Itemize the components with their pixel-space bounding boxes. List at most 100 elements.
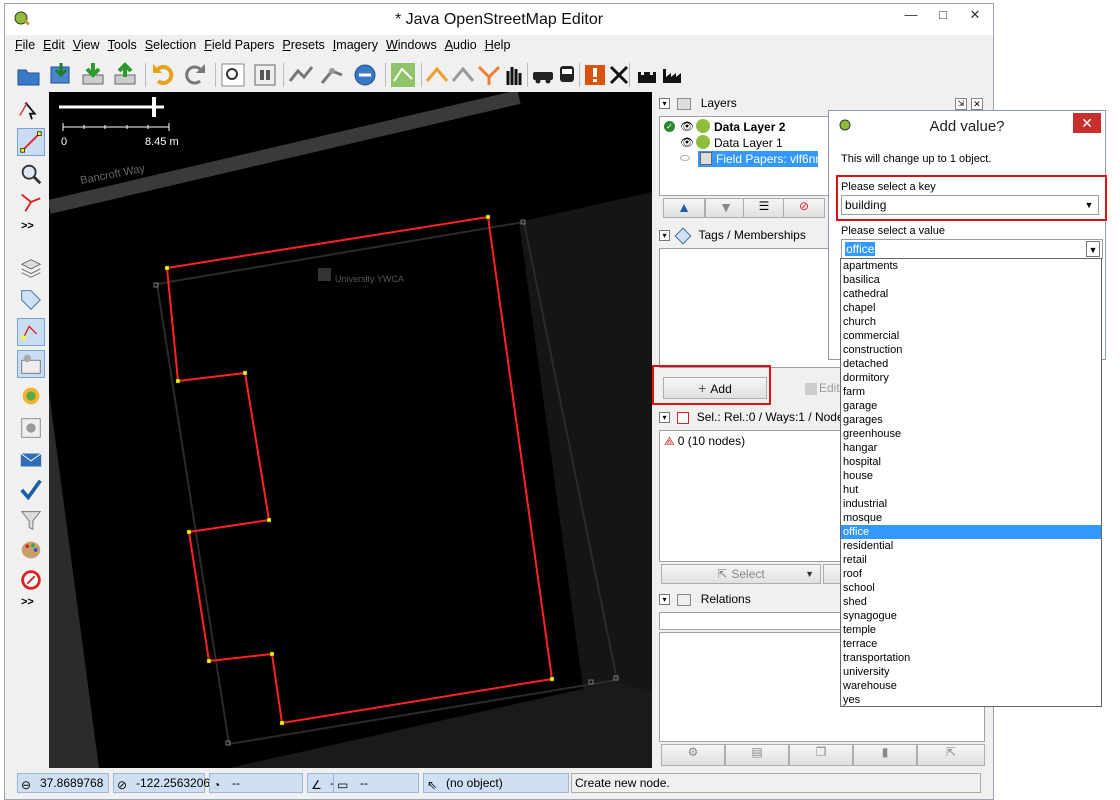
value-option[interactable]: industrial <box>841 497 1101 511</box>
tags-panel-icon[interactable] <box>17 286 45 314</box>
way-node[interactable] <box>266 517 272 523</box>
way-node[interactable] <box>206 658 212 664</box>
value-dropdown-list[interactable]: apartments basilica cathedral chapel church c… <box>840 258 1102 707</box>
value-option[interactable]: yes <box>841 693 1101 707</box>
download-icon[interactable] <box>79 61 107 89</box>
chevron-down-icon[interactable]: ▼ <box>805 565 814 583</box>
menu-windows[interactable]: Windows <box>382 36 441 54</box>
value-option[interactable]: construction <box>841 343 1101 357</box>
way-node[interactable] <box>242 370 248 376</box>
value-option[interactable]: residential <box>841 539 1101 553</box>
castle-icon[interactable] <box>633 61 661 89</box>
menu-selection[interactable]: Selection <box>141 36 200 54</box>
menu-presets[interactable]: Presets <box>278 36 328 54</box>
value-option[interactable]: office <box>841 525 1101 539</box>
select-button[interactable]: ⇱ Select ▼ <box>661 564 821 584</box>
way-node[interactable] <box>549 676 555 682</box>
collapse-icon[interactable]: ▾ <box>659 594 670 606</box>
split-way-icon[interactable] <box>287 61 315 89</box>
visibility-eye-icon[interactable]: 👁 <box>680 120 694 133</box>
factory-icon[interactable] <box>659 61 687 89</box>
conflict-icon[interactable] <box>17 414 45 442</box>
selected-way[interactable] <box>166 215 554 725</box>
filter-icon[interactable] <box>17 506 45 534</box>
value-option[interactable]: school <box>841 581 1101 595</box>
relation-duplicate-button[interactable]: ❐ <box>789 744 853 766</box>
validator-check-icon[interactable] <box>17 476 45 504</box>
value-option[interactable]: chapel <box>841 301 1101 315</box>
menu-view[interactable]: View <box>69 36 104 54</box>
map-canvas[interactable]: Bancroft Way University YWCA 0 8.45 m <box>49 92 652 768</box>
value-option[interactable]: synagogue <box>841 609 1101 623</box>
menu-help[interactable]: Help <box>481 36 515 54</box>
way-node[interactable] <box>279 720 285 726</box>
map-data-icon[interactable] <box>17 566 45 594</box>
align-line-icon[interactable] <box>449 61 477 89</box>
menu-file[interactable]: File <box>11 36 39 54</box>
relation-select-button[interactable]: ⇱ <box>917 744 985 766</box>
move-layer-up-button[interactable]: ▲ <box>663 198 705 218</box>
value-option[interactable]: house <box>841 469 1101 483</box>
undo-icon[interactable] <box>149 61 177 89</box>
delete-layer-button[interactable]: ⊘ <box>783 198 825 218</box>
command-stack-icon[interactable] <box>17 382 45 410</box>
value-option[interactable]: roof <box>841 567 1101 581</box>
relation-edit-button[interactable]: ▤ <box>725 744 789 766</box>
value-option[interactable]: retail <box>841 553 1101 567</box>
value-option[interactable]: apartments <box>841 259 1101 273</box>
value-option[interactable]: university <box>841 665 1101 679</box>
map-view[interactable]: Bancroft Way University YWCA 0 8.45 m <box>49 92 652 768</box>
minimize-button[interactable]: — <box>895 4 927 26</box>
menu-field-papers[interactable]: Field Papers <box>200 36 278 54</box>
combine-way-icon[interactable] <box>319 61 347 89</box>
value-option[interactable]: dormitory <box>841 371 1101 385</box>
open-file-icon[interactable] <box>15 61 43 89</box>
value-option[interactable]: garages <box>841 413 1101 427</box>
align-circle-icon[interactable] <box>423 61 451 89</box>
relation-new-button[interactable]: ⚙ <box>661 744 725 766</box>
value-option[interactable]: warehouse <box>841 679 1101 693</box>
move-layer-down-button[interactable]: ▼ <box>705 198 747 218</box>
upload-icon[interactable] <box>111 61 139 89</box>
edit-tag-button[interactable]: Edit <box>805 381 840 395</box>
improve-way-tool-icon[interactable] <box>17 188 45 216</box>
value-option[interactable]: garage <box>841 399 1101 413</box>
collapse-icon[interactable]: ▾ <box>659 230 670 242</box>
close-window-button[interactable]: ✕ <box>959 4 991 26</box>
more-toggle-dialogs[interactable]: >> <box>21 596 34 608</box>
preferences-icon[interactable] <box>251 61 279 89</box>
merge-layer-button[interactable]: ☰ <box>743 198 785 218</box>
way-node[interactable] <box>269 651 275 657</box>
value-option[interactable]: commercial <box>841 329 1101 343</box>
way-node[interactable] <box>485 214 491 220</box>
zoom-tool-icon[interactable] <box>17 160 45 188</box>
menu-edit[interactable]: Edit <box>39 36 69 54</box>
collapse-icon[interactable]: ▾ <box>659 412 670 424</box>
value-option[interactable]: hangar <box>841 441 1101 455</box>
way-node[interactable] <box>175 378 181 384</box>
more-tools-toggle[interactable]: >> <box>21 220 34 232</box>
way-node[interactable] <box>186 529 192 535</box>
value-option[interactable]: mosque <box>841 511 1101 525</box>
map-paint-styles-icon[interactable] <box>17 536 45 564</box>
reverse-way-icon[interactable] <box>351 61 379 89</box>
value-option[interactable]: terrace <box>841 637 1101 651</box>
draw-node-tool-icon[interactable] <box>17 128 45 156</box>
relations-panel-icon[interactable] <box>17 350 45 378</box>
value-option[interactable]: shed <box>841 595 1101 609</box>
value-option[interactable]: detached <box>841 357 1101 371</box>
value-option[interactable]: cathedral <box>841 287 1101 301</box>
save-icon[interactable] <box>47 61 75 89</box>
select-tool-icon[interactable] <box>17 96 45 124</box>
value-option[interactable]: temple <box>841 623 1101 637</box>
hidden-eye-icon[interactable] <box>680 155 690 161</box>
value-option[interactable]: farm <box>841 385 1101 399</box>
zoom-to-data-icon[interactable] <box>219 61 247 89</box>
value-option[interactable]: basilica <box>841 273 1101 287</box>
hand-pan-icon[interactable] <box>499 61 527 89</box>
undock-icon[interactable]: ⇲ <box>955 98 967 110</box>
selection-list-icon[interactable] <box>17 318 45 346</box>
menu-audio[interactable]: Audio <box>441 36 481 54</box>
chevron-down-icon[interactable]: ▼ <box>1086 241 1100 257</box>
maximize-button[interactable]: □ <box>927 4 959 26</box>
